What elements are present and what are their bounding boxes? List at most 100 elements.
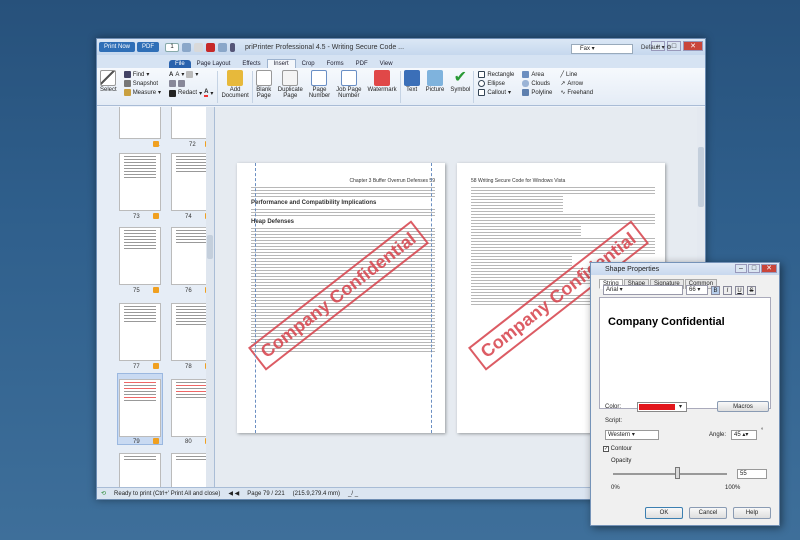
italic-button[interactable]: I <box>723 285 732 295</box>
opacity-slider-track[interactable] <box>613 473 727 475</box>
tab-insert[interactable]: Insert <box>266 59 296 68</box>
opacity-max-label: 100% <box>725 485 741 491</box>
font-select[interactable]: Arial ▾ <box>603 285 683 295</box>
text-size-buttons[interactable]: AA ▾ ▾ <box>169 71 213 78</box>
tab-forms[interactable]: Forms <box>321 60 350 68</box>
print-now-button[interactable]: Print Now <box>99 42 136 52</box>
page-indicator: Page 79 / 221 <box>247 490 285 497</box>
binoculars-icon <box>123 71 131 78</box>
refresh-icon[interactable] <box>194 42 204 52</box>
checkbox-icon[interactable] <box>153 363 159 369</box>
thumbnail-79[interactable] <box>119 379 161 437</box>
save-icon[interactable] <box>218 42 228 52</box>
color-dropdown-icon[interactable]: ▾ <box>679 403 682 410</box>
ok-button[interactable]: OK <box>645 507 683 519</box>
arrow-icon: ↗ <box>560 81 566 87</box>
printer-select[interactable]: Fax ▾ <box>571 44 633 54</box>
ribbon-separator <box>399 71 401 103</box>
picture-button[interactable]: Picture <box>426 70 444 93</box>
page-number-field[interactable]: 1 <box>165 42 180 52</box>
strikeout-button[interactable]: S <box>747 285 756 295</box>
dialog-minimize-button[interactable]: – <box>735 264 747 273</box>
font-size-select[interactable]: 66 ▾ <box>686 285 708 295</box>
quick-access-toolbar: 1 <box>165 42 236 52</box>
blank-page-button[interactable]: Blank Page <box>255 70 272 99</box>
area-button[interactable]: Area <box>522 71 552 78</box>
checkbox-icon[interactable] <box>153 141 159 147</box>
margin-guide <box>255 163 256 433</box>
symbol-button[interactable]: ✔ Symbol <box>450 70 470 94</box>
duplicate-page-button[interactable]: Duplicate Page <box>278 70 303 99</box>
thumbnail-label: 78 <box>185 364 192 370</box>
bold-button[interactable]: B <box>711 285 720 295</box>
callout-icon <box>478 89 486 96</box>
text-button[interactable]: Text <box>403 70 420 93</box>
scrollbar-thumb[interactable] <box>698 147 704 207</box>
add-document-button[interactable]: Add Document <box>221 70 249 99</box>
dialog-maximize-button[interactable]: □ <box>748 264 760 273</box>
ribbon: Select Find ▾ Snapshot Measure ▾ AA ▾ ▾ … <box>97 68 705 106</box>
checkbox-icon[interactable] <box>153 438 159 444</box>
polyline-icon <box>522 89 530 96</box>
tab-file[interactable]: File <box>169 60 191 68</box>
profile-select[interactable]: Default ▾ ⚙ <box>641 44 699 51</box>
job-page-number-button[interactable]: Job Page Number <box>336 70 362 99</box>
thumbnail-77[interactable] <box>119 303 161 361</box>
ribbon-separator <box>251 71 253 103</box>
underline-button[interactable]: U <box>735 285 744 295</box>
indent-icon <box>178 80 186 87</box>
tab-view[interactable]: View <box>374 60 399 68</box>
thumbnail-label: 72 <box>189 142 196 148</box>
folder-icon <box>227 70 244 86</box>
pdf-icon[interactable] <box>206 42 216 52</box>
area-icon <box>522 71 530 78</box>
watermark-button[interactable]: Watermark <box>368 70 397 93</box>
macros-button[interactable]: Macros <box>717 401 769 412</box>
contour-checkbox[interactable]: ✓ Contour <box>603 446 632 452</box>
dialog-close-button[interactable]: ✕ <box>761 264 777 273</box>
rectangle-button[interactable]: Rectangle <box>478 71 514 78</box>
tab-effects[interactable]: Effects <box>236 60 266 68</box>
redact-button[interactable]: Redact ▾ A ▾ <box>169 89 213 97</box>
tab-page-layout[interactable]: Page Layout <box>191 60 237 68</box>
ribbon-tabs: File Page Layout Effects Insert Crop For… <box>97 44 705 68</box>
callout-button[interactable]: Callout ▾ <box>478 89 514 96</box>
tab-pdf[interactable]: PDF <box>350 60 374 68</box>
scrollbar-thumb[interactable] <box>207 235 213 259</box>
thumbnail-81[interactable] <box>119 453 161 487</box>
thumbnail-71[interactable] <box>119 107 161 139</box>
opacity-slider-thumb[interactable] <box>675 467 680 479</box>
cancel-button[interactable]: Cancel <box>689 507 727 519</box>
help-button[interactable]: Help <box>733 507 771 519</box>
line-button[interactable]: ╱ Line <box>560 71 593 79</box>
measure-button[interactable]: Measure ▾ <box>123 89 161 96</box>
select-tool[interactable]: Select <box>100 70 117 93</box>
checkbox-icon[interactable] <box>153 213 159 219</box>
print-icon[interactable] <box>182 42 192 52</box>
thumbnail-scrollbar[interactable] <box>206 107 214 487</box>
thumbnail-75[interactable] <box>119 227 161 285</box>
window-title: priPrinter Professional 4.5 - Writing Se… <box>245 43 405 51</box>
find-button[interactable]: Find ▾ <box>123 71 161 78</box>
polyline-button[interactable]: Polyline <box>522 89 552 96</box>
thumbnail-label: 76 <box>185 288 192 294</box>
text-editor[interactable]: Company Confidential <box>599 297 771 409</box>
indent-buttons[interactable] <box>169 80 213 87</box>
text-format-column: AA ▾ ▾ Redact ▾ A ▾ <box>169 71 213 97</box>
dropdown-icon[interactable] <box>230 42 236 52</box>
ellipse-button[interactable]: Ellipse <box>478 80 514 87</box>
checkbox-icon[interactable] <box>153 287 159 293</box>
page-nav[interactable]: ◀ ◀ <box>228 490 239 497</box>
snapshot-button[interactable]: Snapshot <box>123 80 161 87</box>
tab-crop[interactable]: Crop <box>296 60 321 68</box>
freehand-button[interactable]: ∿ Freehand <box>560 89 593 97</box>
clouds-button[interactable]: Clouds <box>522 80 552 87</box>
opacity-input[interactable]: 55 <box>737 469 767 479</box>
page-left[interactable]: Chapter 3 Buffer Overrun Defenses 59 Per… <box>237 163 445 433</box>
thumbnail-73[interactable] <box>119 153 161 211</box>
pdf-button[interactable]: PDF <box>137 42 160 52</box>
script-select[interactable]: Western ▾ <box>605 430 659 440</box>
angle-input[interactable]: 45 ▴▾ <box>731 430 757 440</box>
page-number-button[interactable]: Page Number <box>309 70 330 99</box>
arrow-button[interactable]: ↗ Arrow <box>560 80 593 88</box>
